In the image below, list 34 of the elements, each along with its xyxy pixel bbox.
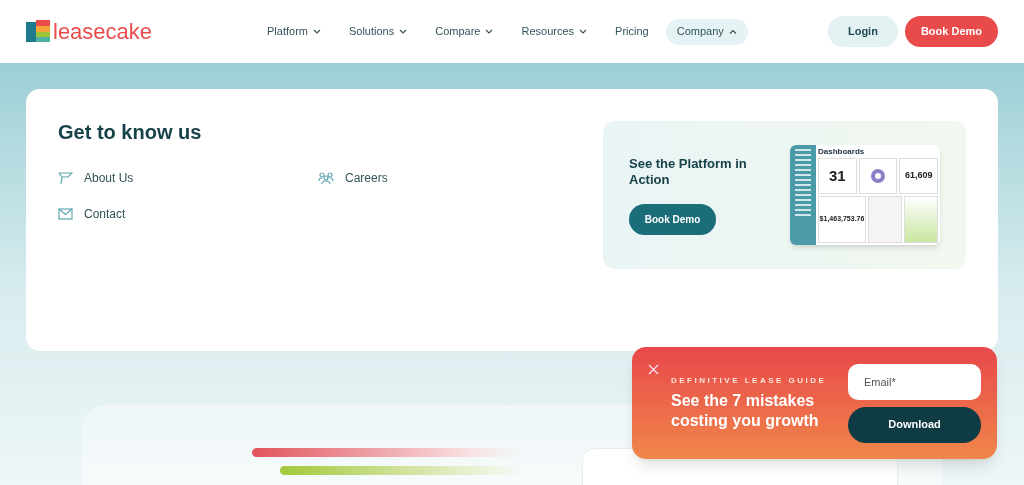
nav-item[interactable]: Company <box>665 18 748 45</box>
donut-chart-icon <box>858 158 898 194</box>
book-demo-button[interactable]: Book Demo <box>629 203 716 235</box>
dashboard-tile: 31 <box>818 158 857 194</box>
people-icon <box>318 171 334 185</box>
caret-icon <box>728 29 737 34</box>
nav-item[interactable]: Solutions <box>337 18 419 45</box>
book-demo-button[interactable]: Book Demo <box>904 16 998 47</box>
caret-icon <box>485 29 494 34</box>
nav-item[interactable]: Compare <box>424 18 505 45</box>
download-button[interactable]: Download <box>848 406 981 443</box>
dashboard-title: Dashboards <box>818 147 866 156</box>
popup-eyebrow: DEFINITIVE LEASE GUIDE <box>671 375 828 387</box>
email-field[interactable]: Email* <box>848 363 981 400</box>
nav-item[interactable]: Resources <box>510 18 599 45</box>
menu-link[interactable]: Careers <box>318 169 578 187</box>
logo-icon <box>26 19 50 44</box>
flag-icon <box>58 171 73 185</box>
caret-icon <box>399 29 408 34</box>
nav-item[interactable]: Platform <box>256 18 332 45</box>
logo-wordmark[interactable]: leasecake <box>53 20 153 43</box>
dashboard-tile: 61,609 <box>899 158 938 194</box>
login-button[interactable]: Login <box>827 16 898 47</box>
mail-icon <box>58 208 73 220</box>
menu-link[interactable]: About Us <box>58 169 318 187</box>
caret-icon <box>579 29 588 34</box>
caret-icon <box>312 29 321 34</box>
close-icon[interactable] <box>648 364 659 375</box>
menu-link[interactable]: Contact <box>58 205 318 223</box>
bar-chart-thumbnail <box>904 196 938 243</box>
nav-item[interactable]: Pricing <box>604 18 660 45</box>
promo-heading: See the Platform in Action <box>629 155 748 188</box>
panel-heading: Get to know us <box>58 120 203 145</box>
popup-headline: See the 7 mistakes costing you growth <box>671 391 820 431</box>
